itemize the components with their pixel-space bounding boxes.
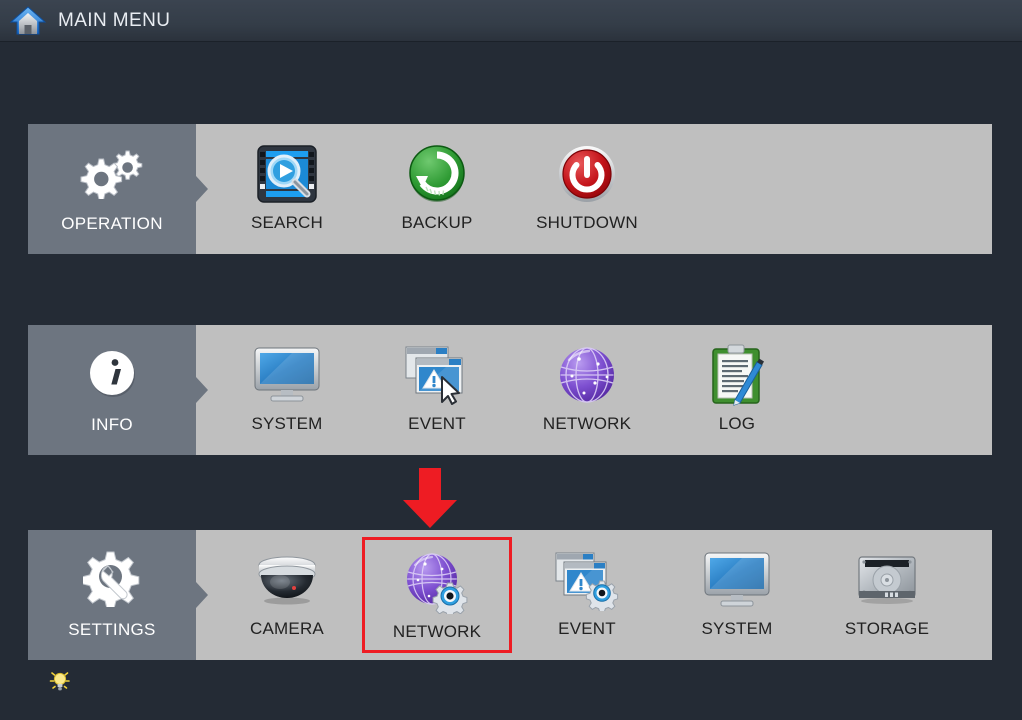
dome-camera-icon [250,543,324,617]
menu-item-label: STORAGE [844,619,930,638]
menu-row-settings: SETTINGS CAMERA NETWORK EVENT SYSTEM STO… [28,530,992,660]
menu-item-label: NETWORK [392,622,482,641]
menu-item-system[interactable]: SYSTEM [662,537,812,653]
info-circle-icon [85,345,139,401]
category-info[interactable]: INFO [28,325,208,455]
menu-row-info: INFO SYSTEM EVENT NETWORK LOG [28,325,992,455]
video-search-icon [254,137,320,211]
menu-item-label: SYSTEM [701,619,773,638]
menu-item-camera[interactable]: CAMERA [212,537,362,653]
menu-item-label: NETWORK [542,414,632,433]
chevron-right-icon [196,176,208,202]
title-bar: MAIN MENU [0,0,1022,42]
menu-item-backup[interactable]: BACKUP [362,131,512,247]
menu-item-label: LOG [718,414,756,433]
harddisk-icon [852,543,922,617]
backup-circle-icon [405,137,469,211]
items-operation: SEARCH BACKUP SHUTDOWN [196,124,992,254]
category-label: OPERATION [61,214,163,233]
page-title: MAIN MENU [58,9,171,31]
globe-gear-icon [404,546,470,620]
down-arrow-annotation [399,468,461,535]
menu-item-network-selected[interactable]: NETWORK [362,537,512,653]
chevron-right-icon [196,377,208,403]
menu-item-log[interactable]: LOG [662,332,812,448]
menu-item-label: SYSTEM [251,414,323,433]
lightbulb-icon[interactable] [48,668,72,699]
items-info: SYSTEM EVENT NETWORK LOG [196,325,992,455]
menu-item-shutdown[interactable]: SHUTDOWN [512,131,662,247]
category-operation[interactable]: OPERATION [28,124,208,254]
menu-item-search[interactable]: SEARCH [212,131,362,247]
gears-icon [79,144,145,200]
menu-item-storage[interactable]: STORAGE [812,537,962,653]
category-label: INFO [91,415,133,434]
menu-item-label: CAMERA [250,619,324,638]
power-icon [555,137,619,211]
monitor-icon [702,543,772,617]
event-windows-icon [402,338,472,412]
menu-row-operation: OPERATION SEARCH BACKUP SHUTDOWN [28,124,992,254]
globe-icon [555,338,619,412]
menu-item-label: EVENT [558,619,616,638]
gear-wrench-icon [83,550,141,607]
chevron-right-icon [196,582,208,608]
menu-item-label: SHUTDOWN [536,213,638,232]
home-icon[interactable] [9,5,47,37]
menu-item-label: SEARCH [250,213,324,232]
clipboard-pen-icon [705,338,769,412]
menu-item-network[interactable]: NETWORK [512,332,662,448]
items-settings: CAMERA NETWORK EVENT SYSTEM STORAGE [196,530,992,660]
category-settings[interactable]: SETTINGS [28,530,208,660]
menu-item-label: EVENT [408,414,466,433]
monitor-icon [252,338,322,412]
menu-item-event[interactable]: EVENT [362,332,512,448]
event-windows-gear-icon [552,543,622,617]
menu-item-label: BACKUP [401,213,473,232]
category-label: SETTINGS [68,620,156,639]
menu-item-system[interactable]: SYSTEM [212,332,362,448]
menu-item-event[interactable]: EVENT [512,537,662,653]
